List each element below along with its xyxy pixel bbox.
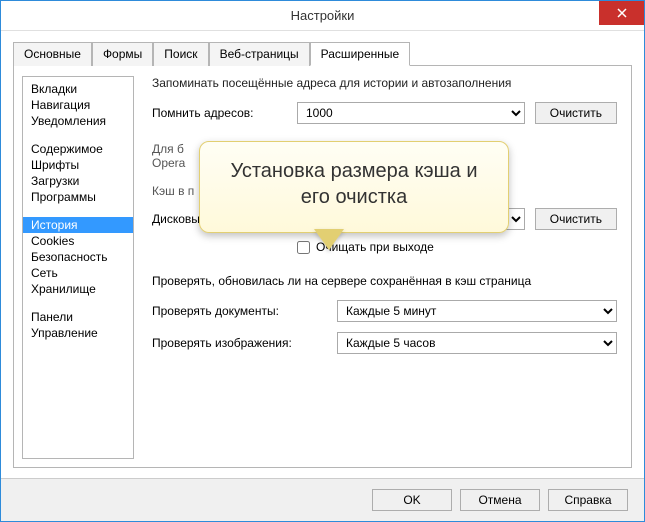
- check-images-select[interactable]: Каждые 5 часов: [337, 332, 617, 354]
- tab-strip: Основные Формы Поиск Веб-страницы Расшир…: [13, 41, 632, 66]
- sidebar-item-content[interactable]: Содержимое: [23, 141, 133, 157]
- sidebar: Вкладки Навигация Уведомления Содержимое…: [22, 76, 134, 459]
- tooltip-callout: Установка размера кэша и его очистка: [199, 141, 509, 233]
- clear-cache-button[interactable]: Очистить: [535, 208, 617, 230]
- tab-webpages[interactable]: Веб-страницы: [209, 42, 310, 66]
- check-documents-label: Проверять документы:: [152, 304, 327, 318]
- sidebar-item-fonts[interactable]: Шрифты: [23, 157, 133, 173]
- sidebar-item-management[interactable]: Управление: [23, 325, 133, 341]
- help-button[interactable]: Справка: [548, 489, 628, 511]
- sidebar-group-1: Вкладки Навигация Уведомления: [23, 81, 133, 129]
- callout-text: Установка размера кэша и его очистка: [230, 160, 477, 208]
- content-area: Основные Формы Поиск Веб-страницы Расшир…: [1, 31, 644, 478]
- button-bar: OK Отмена Справка: [1, 478, 644, 521]
- remember-addresses-row: Помнить адресов: 1000 Очистить: [152, 102, 617, 124]
- remember-addresses-label: Помнить адресов:: [152, 106, 287, 120]
- history-section-title: Запоминать посещённые адреса для истории…: [152, 76, 617, 90]
- sidebar-item-panels[interactable]: Панели: [23, 309, 133, 325]
- sidebar-item-security[interactable]: Безопасность: [23, 249, 133, 265]
- sidebar-item-notifications[interactable]: Уведомления: [23, 113, 133, 129]
- sidebar-item-history[interactable]: История: [23, 217, 133, 233]
- check-documents-row: Проверять документы: Каждые 5 минут: [152, 300, 617, 322]
- tab-body: Вкладки Навигация Уведомления Содержимое…: [13, 66, 632, 468]
- sidebar-item-storage[interactable]: Хранилище: [23, 281, 133, 297]
- clear-on-exit-row: Очищать при выходе: [297, 240, 617, 254]
- sidebar-group-3: История Cookies Безопасность Сеть Хранил…: [23, 217, 133, 297]
- check-images-label: Проверять изображения:: [152, 336, 327, 350]
- sidebar-item-tabs[interactable]: Вкладки: [23, 81, 133, 97]
- callout-tail-icon: [315, 230, 343, 250]
- check-images-row: Проверять изображения: Каждые 5 часов: [152, 332, 617, 354]
- ok-button[interactable]: OK: [372, 489, 452, 511]
- check-documents-select[interactable]: Каждые 5 минут: [337, 300, 617, 322]
- sidebar-group-2: Содержимое Шрифты Загрузки Программы: [23, 141, 133, 205]
- close-icon: [617, 8, 627, 18]
- remember-addresses-select[interactable]: 1000: [297, 102, 525, 124]
- check-server-line: Проверять, обновилась ли на сервере сохр…: [152, 274, 617, 288]
- tab-forms[interactable]: Формы: [92, 42, 153, 66]
- cancel-button[interactable]: Отмена: [460, 489, 540, 511]
- clear-on-exit-checkbox[interactable]: [297, 241, 310, 254]
- main-panel: Запоминать посещённые адреса для истории…: [146, 76, 623, 459]
- sidebar-item-network[interactable]: Сеть: [23, 265, 133, 281]
- titlebar: Настройки: [1, 1, 644, 31]
- sidebar-item-programs[interactable]: Программы: [23, 189, 133, 205]
- sidebar-item-cookies[interactable]: Cookies: [23, 233, 133, 249]
- sidebar-item-navigation[interactable]: Навигация: [23, 97, 133, 113]
- clear-history-button[interactable]: Очистить: [535, 102, 617, 124]
- window-title: Настройки: [1, 8, 644, 23]
- tab-basic[interactable]: Основные: [13, 42, 92, 66]
- settings-window: Настройки Основные Формы Поиск Веб-стран…: [0, 0, 645, 522]
- tab-advanced[interactable]: Расширенные: [310, 42, 411, 66]
- sidebar-group-4: Панели Управление: [23, 309, 133, 341]
- sidebar-item-downloads[interactable]: Загрузки: [23, 173, 133, 189]
- close-button[interactable]: [599, 1, 644, 25]
- tab-search[interactable]: Поиск: [153, 42, 208, 66]
